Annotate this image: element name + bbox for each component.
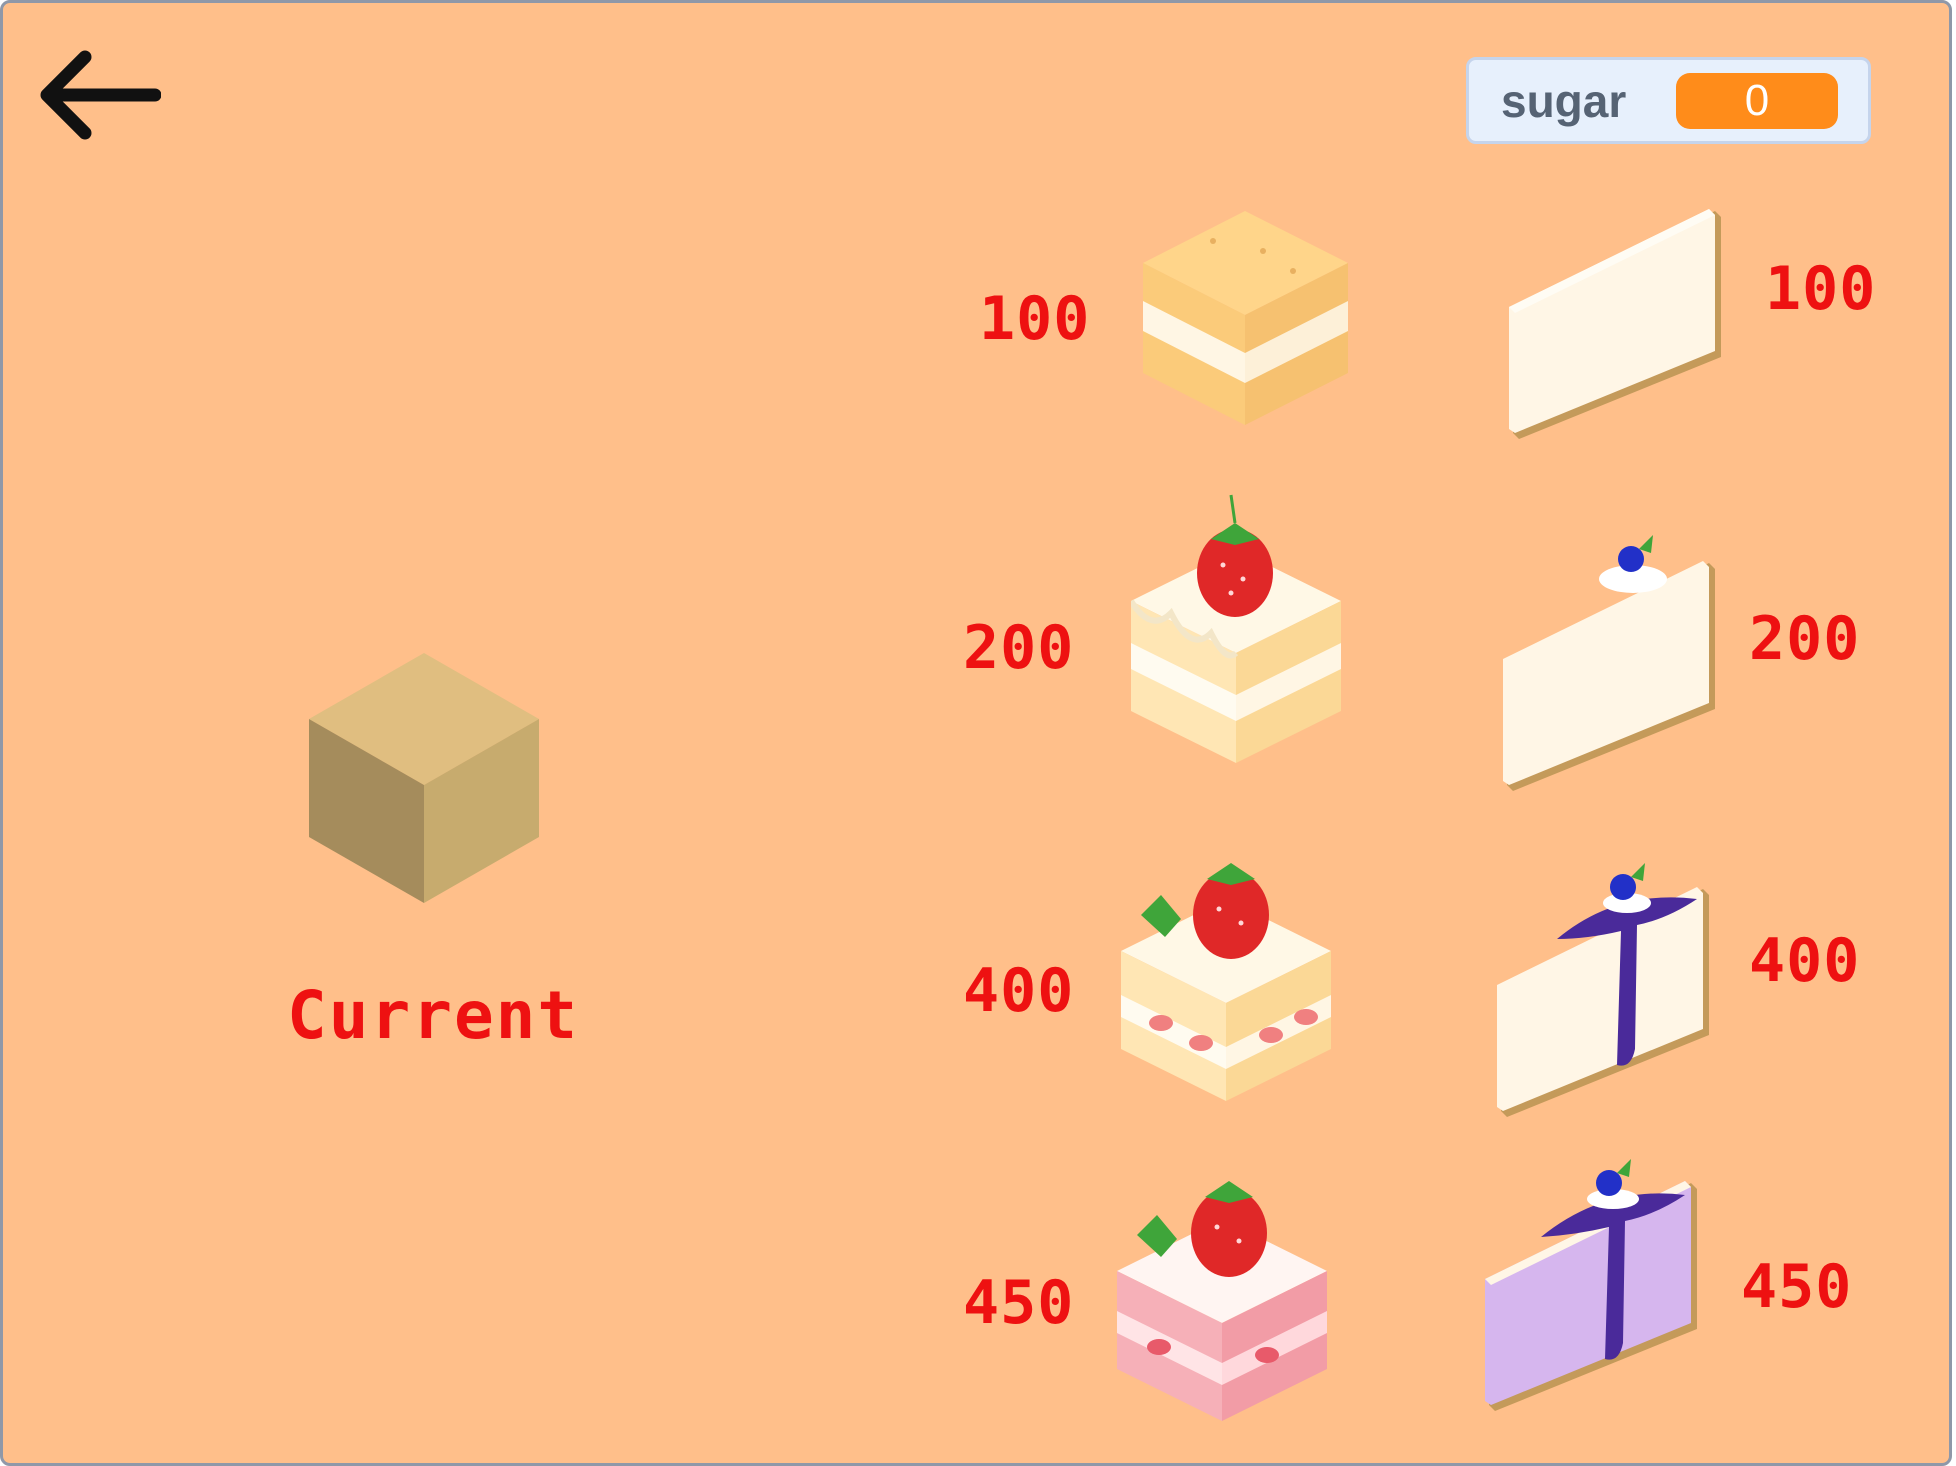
game-stage: sugar 0 Current 100 200 400 450 100 200 … bbox=[0, 0, 1952, 1466]
blueberry-cheesecake-icon[interactable] bbox=[1503, 529, 1719, 791]
current-label: Current bbox=[287, 977, 580, 1054]
plain-cheesecake-icon[interactable] bbox=[1509, 207, 1725, 439]
sugar-monitor-value: 0 bbox=[1676, 73, 1838, 129]
cheesecake-3-price: 400 bbox=[1749, 926, 1861, 996]
arrow-left-icon[interactable] bbox=[37, 47, 162, 143]
square-cake-4-price: 450 bbox=[963, 1268, 1075, 1338]
sugar-monitor: sugar 0 bbox=[1466, 57, 1871, 144]
strawberry-cream-cake-icon[interactable] bbox=[1131, 493, 1341, 763]
square-cake-3-price: 400 bbox=[963, 956, 1075, 1026]
cheesecake-4-price: 450 bbox=[1741, 1252, 1853, 1322]
square-cake-2-price: 200 bbox=[963, 613, 1075, 683]
cheesecake-2-price: 200 bbox=[1749, 604, 1861, 674]
lavender-blueberry-cheesecake-icon[interactable] bbox=[1485, 1153, 1701, 1411]
sugar-monitor-label: sugar bbox=[1501, 75, 1627, 127]
cheesecake-1-price: 100 bbox=[1765, 254, 1877, 324]
strawberry-shortcake-icon[interactable] bbox=[1121, 855, 1331, 1101]
plain-sponge-cake-icon[interactable] bbox=[1143, 211, 1348, 425]
sugar-cube-icon bbox=[309, 653, 539, 903]
square-cake-1-price: 100 bbox=[979, 284, 1091, 354]
blueberry-sauce-cheesecake-icon[interactable] bbox=[1497, 859, 1713, 1117]
pink-strawberry-cake-icon[interactable] bbox=[1117, 1175, 1327, 1421]
